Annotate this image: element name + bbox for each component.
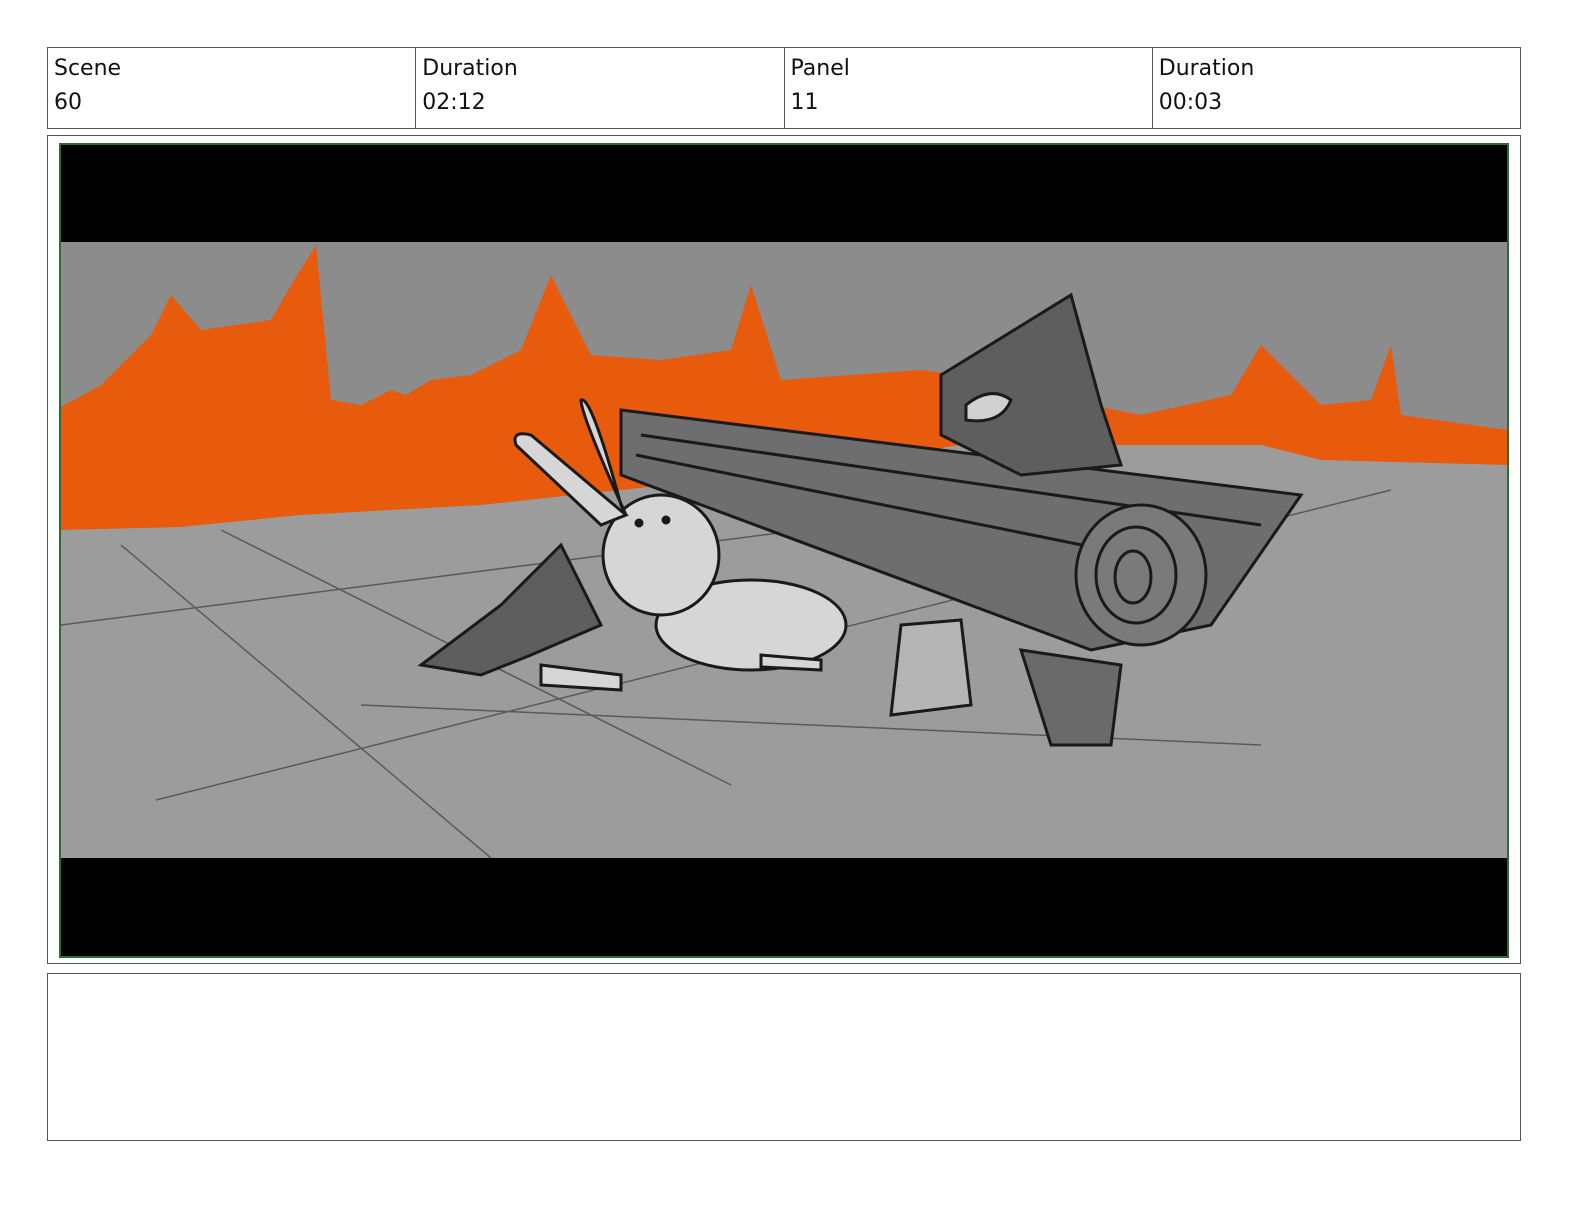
panel-image-box — [47, 135, 1521, 964]
panel-duration-cell: Duration 00:03 — [1153, 48, 1520, 128]
panel-cell: Panel 11 — [785, 48, 1153, 128]
panel-artwork-frame — [59, 143, 1509, 958]
scene-duration-value: 02:12 — [422, 90, 486, 115]
scene-duration-label: Duration — [422, 56, 518, 81]
panel-value: 11 — [790, 90, 819, 115]
scene-cell: Scene 60 — [48, 48, 417, 128]
panel-notes — [47, 973, 1521, 1141]
panel-label: Panel — [790, 56, 850, 81]
letterbox-bottom — [61, 858, 1507, 956]
storyboard-sketch — [61, 145, 1507, 956]
scene-duration-cell: Duration 02:12 — [416, 48, 785, 128]
panel-duration-label: Duration — [1158, 56, 1255, 81]
storyboard-header: Scene 60 Duration 02:12 Panel 11 Duratio… — [47, 47, 1521, 129]
panel-duration-value: 00:03 — [1158, 90, 1223, 115]
letterbox-top — [61, 145, 1507, 242]
scene-label: Scene — [54, 56, 122, 81]
scene-value: 60 — [54, 90, 82, 115]
